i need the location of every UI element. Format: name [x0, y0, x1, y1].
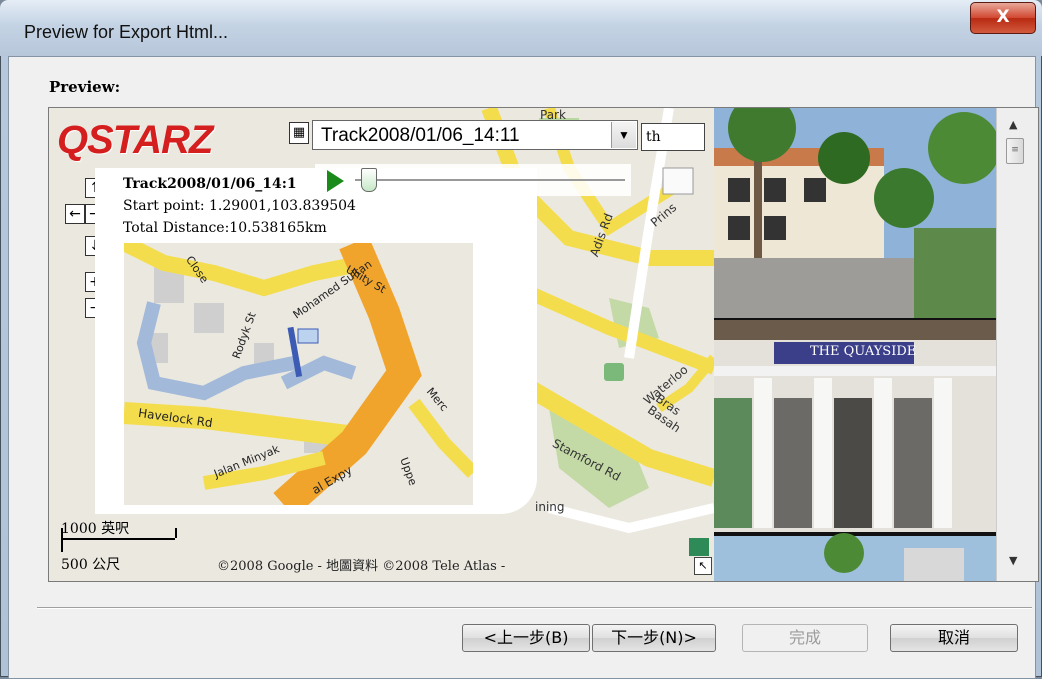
- playback-bar: [315, 164, 631, 196]
- info-start-point: Start point: 1.29001,103.839504: [123, 198, 356, 214]
- inset-map-graphic: [124, 243, 473, 505]
- window-title: Preview for Export Html...: [24, 22, 229, 42]
- info-track-title: Track2008/01/06_14:1: [123, 176, 297, 192]
- map-type-icon[interactable]: ▦: [289, 122, 309, 144]
- photo-panel: THE QUAYSIDE: [714, 108, 996, 581]
- scale-tick-left: [61, 528, 63, 552]
- playback-slider-track[interactable]: [355, 179, 625, 181]
- chevron-down-icon[interactable]: ▼: [611, 122, 636, 148]
- track-select-value: Track2008/01/06_14:11: [321, 125, 520, 146]
- pan-left-button[interactable]: ←: [65, 204, 85, 224]
- scale-meters: 500 公尺: [61, 557, 121, 573]
- map-view[interactable]: QSTARZ Park Adis Rd Prins Waterloo Bras …: [49, 108, 714, 581]
- expand-icon[interactable]: ↖: [694, 557, 712, 575]
- scale-feet: 1000 英呎: [61, 521, 130, 537]
- back-button[interactable]: <上一步(B): [462, 624, 590, 652]
- inset-map: Havelock Rd Jalan Minyak Mohamed Sultan …: [124, 243, 473, 505]
- scale-tick-top: [175, 528, 177, 538]
- finish-button[interactable]: 完成: [742, 624, 868, 652]
- title-bar: Preview for Export Html... X: [0, 0, 1042, 56]
- preview-label: Preview:: [49, 78, 121, 96]
- dialog-window: Preview for Export Html... X Preview: QS…: [0, 0, 1042, 679]
- scroll-thumb[interactable]: ≡: [1006, 138, 1024, 164]
- scroll-up-icon[interactable]: ▲: [1009, 118, 1017, 131]
- playback-slider-thumb[interactable]: [361, 168, 377, 192]
- dialog-client-area: Preview: QSTARZ Park Adis Rd Prins Water…: [8, 56, 1039, 679]
- next-button[interactable]: 下一步(N)>: [592, 624, 716, 652]
- photo-scrollbar[interactable]: ▲ ≡ ▼: [996, 108, 1038, 581]
- qstarz-logo: QSTARZ: [57, 118, 213, 162]
- track-select[interactable]: Track2008/01/06_14:11 ▼: [312, 120, 638, 150]
- map-copyright: ©2008 Google - 地圖資料 ©2008 Tele Atlas -: [217, 559, 506, 574]
- footer-separator: [37, 607, 1032, 609]
- preview-frame: QSTARZ Park Adis Rd Prins Waterloo Bras …: [48, 107, 1039, 582]
- info-total-distance: Total Distance:10.538165km: [123, 220, 327, 236]
- map-search-input[interactable]: th: [641, 123, 705, 151]
- play-icon[interactable]: [327, 170, 344, 192]
- close-button[interactable]: X: [970, 2, 1036, 34]
- scale-line: [61, 538, 175, 540]
- cancel-button[interactable]: 取消: [890, 624, 1018, 652]
- scroll-down-icon[interactable]: ▼: [1009, 554, 1017, 567]
- quayside-sign: THE QUAYSIDE: [810, 344, 917, 359]
- map-label-ining: ining: [535, 500, 565, 514]
